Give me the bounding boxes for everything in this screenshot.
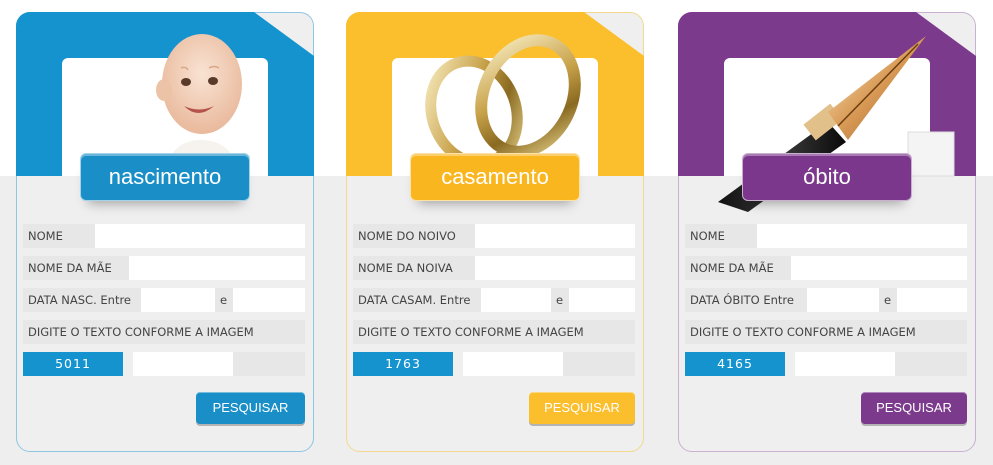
captcha-spacer [895,352,967,376]
captcha-row: 4165 [685,352,967,376]
captcha-spacer [233,352,305,376]
card-obito: óbito NOME NOME DA MÃE DATA ÓBITO Entre … [678,12,976,452]
captcha-label-row: DIGITE O TEXTO CONFORME A IMAGEM [353,320,635,344]
nome-row: NOME [685,224,967,248]
date-label: DATA NASC. Entre [23,288,141,312]
nome-mae-label: NOME DA MÃE [23,256,129,280]
nome-mae-label: NOME DA MÃE [685,256,791,280]
card-title: óbito [742,153,912,201]
date-end-input[interactable] [233,288,305,312]
noivo-row: NOME DO NOIVO [353,224,635,248]
date-start-input[interactable] [481,288,551,312]
card-title: nascimento [80,153,250,201]
noiva-label: NOME DA NOIVA [353,256,475,280]
noiva-row: NOME DA NOIVA [353,256,635,280]
nome-mae-row: NOME DA MÃE [23,256,305,280]
captcha-label: DIGITE O TEXTO CONFORME A IMAGEM [353,320,635,344]
nome-mae-input[interactable] [791,256,967,280]
captcha-image: 1763 [353,352,453,376]
captcha-label: DIGITE O TEXTO CONFORME A IMAGEM [685,320,967,344]
captcha-input[interactable] [463,352,563,376]
captcha-label: DIGITE O TEXTO CONFORME A IMAGEM [23,320,305,344]
pesquisar-button[interactable]: PESQUISAR [861,392,967,424]
captcha-row: 5011 [23,352,305,376]
date-label: DATA ÓBITO Entre [685,288,807,312]
date-sep: e [215,288,233,312]
nome-row: NOME [23,224,305,248]
date-end-input[interactable] [897,288,967,312]
noivo-input[interactable] [475,224,635,248]
captcha-label-row: DIGITE O TEXTO CONFORME A IMAGEM [23,320,305,344]
card-casamento: casamento NOME DO NOIVO NOME DA NOIVA DA… [346,12,644,452]
pesquisar-button[interactable]: PESQUISAR [529,392,635,424]
captcha-label-row: DIGITE O TEXTO CONFORME A IMAGEM [685,320,967,344]
date-label: DATA CASAM. Entre [353,288,481,312]
card-nascimento: nascimento NOME NOME DA MÃE DATA NASC. E… [16,12,314,452]
date-end-input[interactable] [569,288,635,312]
date-sep: e [879,288,897,312]
date-start-input[interactable] [141,288,215,312]
captcha-row: 1763 [353,352,635,376]
captcha-image: 5011 [23,352,123,376]
noivo-label: NOME DO NOIVO [353,224,475,248]
nome-label: NOME [685,224,757,248]
date-start-input[interactable] [807,288,879,312]
captcha-spacer [563,352,635,376]
noiva-input[interactable] [475,256,635,280]
captcha-input[interactable] [795,352,895,376]
card-title: casamento [410,153,580,201]
date-row: DATA ÓBITO Entre e [685,288,967,312]
captcha-image: 4165 [685,352,785,376]
nome-mae-row: NOME DA MÃE [685,256,967,280]
date-row: DATA NASC. Entre e [23,288,305,312]
pesquisar-button[interactable]: PESQUISAR [196,392,305,424]
date-row: DATA CASAM. Entre e [353,288,635,312]
date-sep: e [551,288,569,312]
nome-label: NOME [23,224,95,248]
nome-mae-input[interactable] [129,256,305,280]
captcha-input[interactable] [133,352,233,376]
nome-input[interactable] [95,224,305,248]
nome-input[interactable] [757,224,967,248]
